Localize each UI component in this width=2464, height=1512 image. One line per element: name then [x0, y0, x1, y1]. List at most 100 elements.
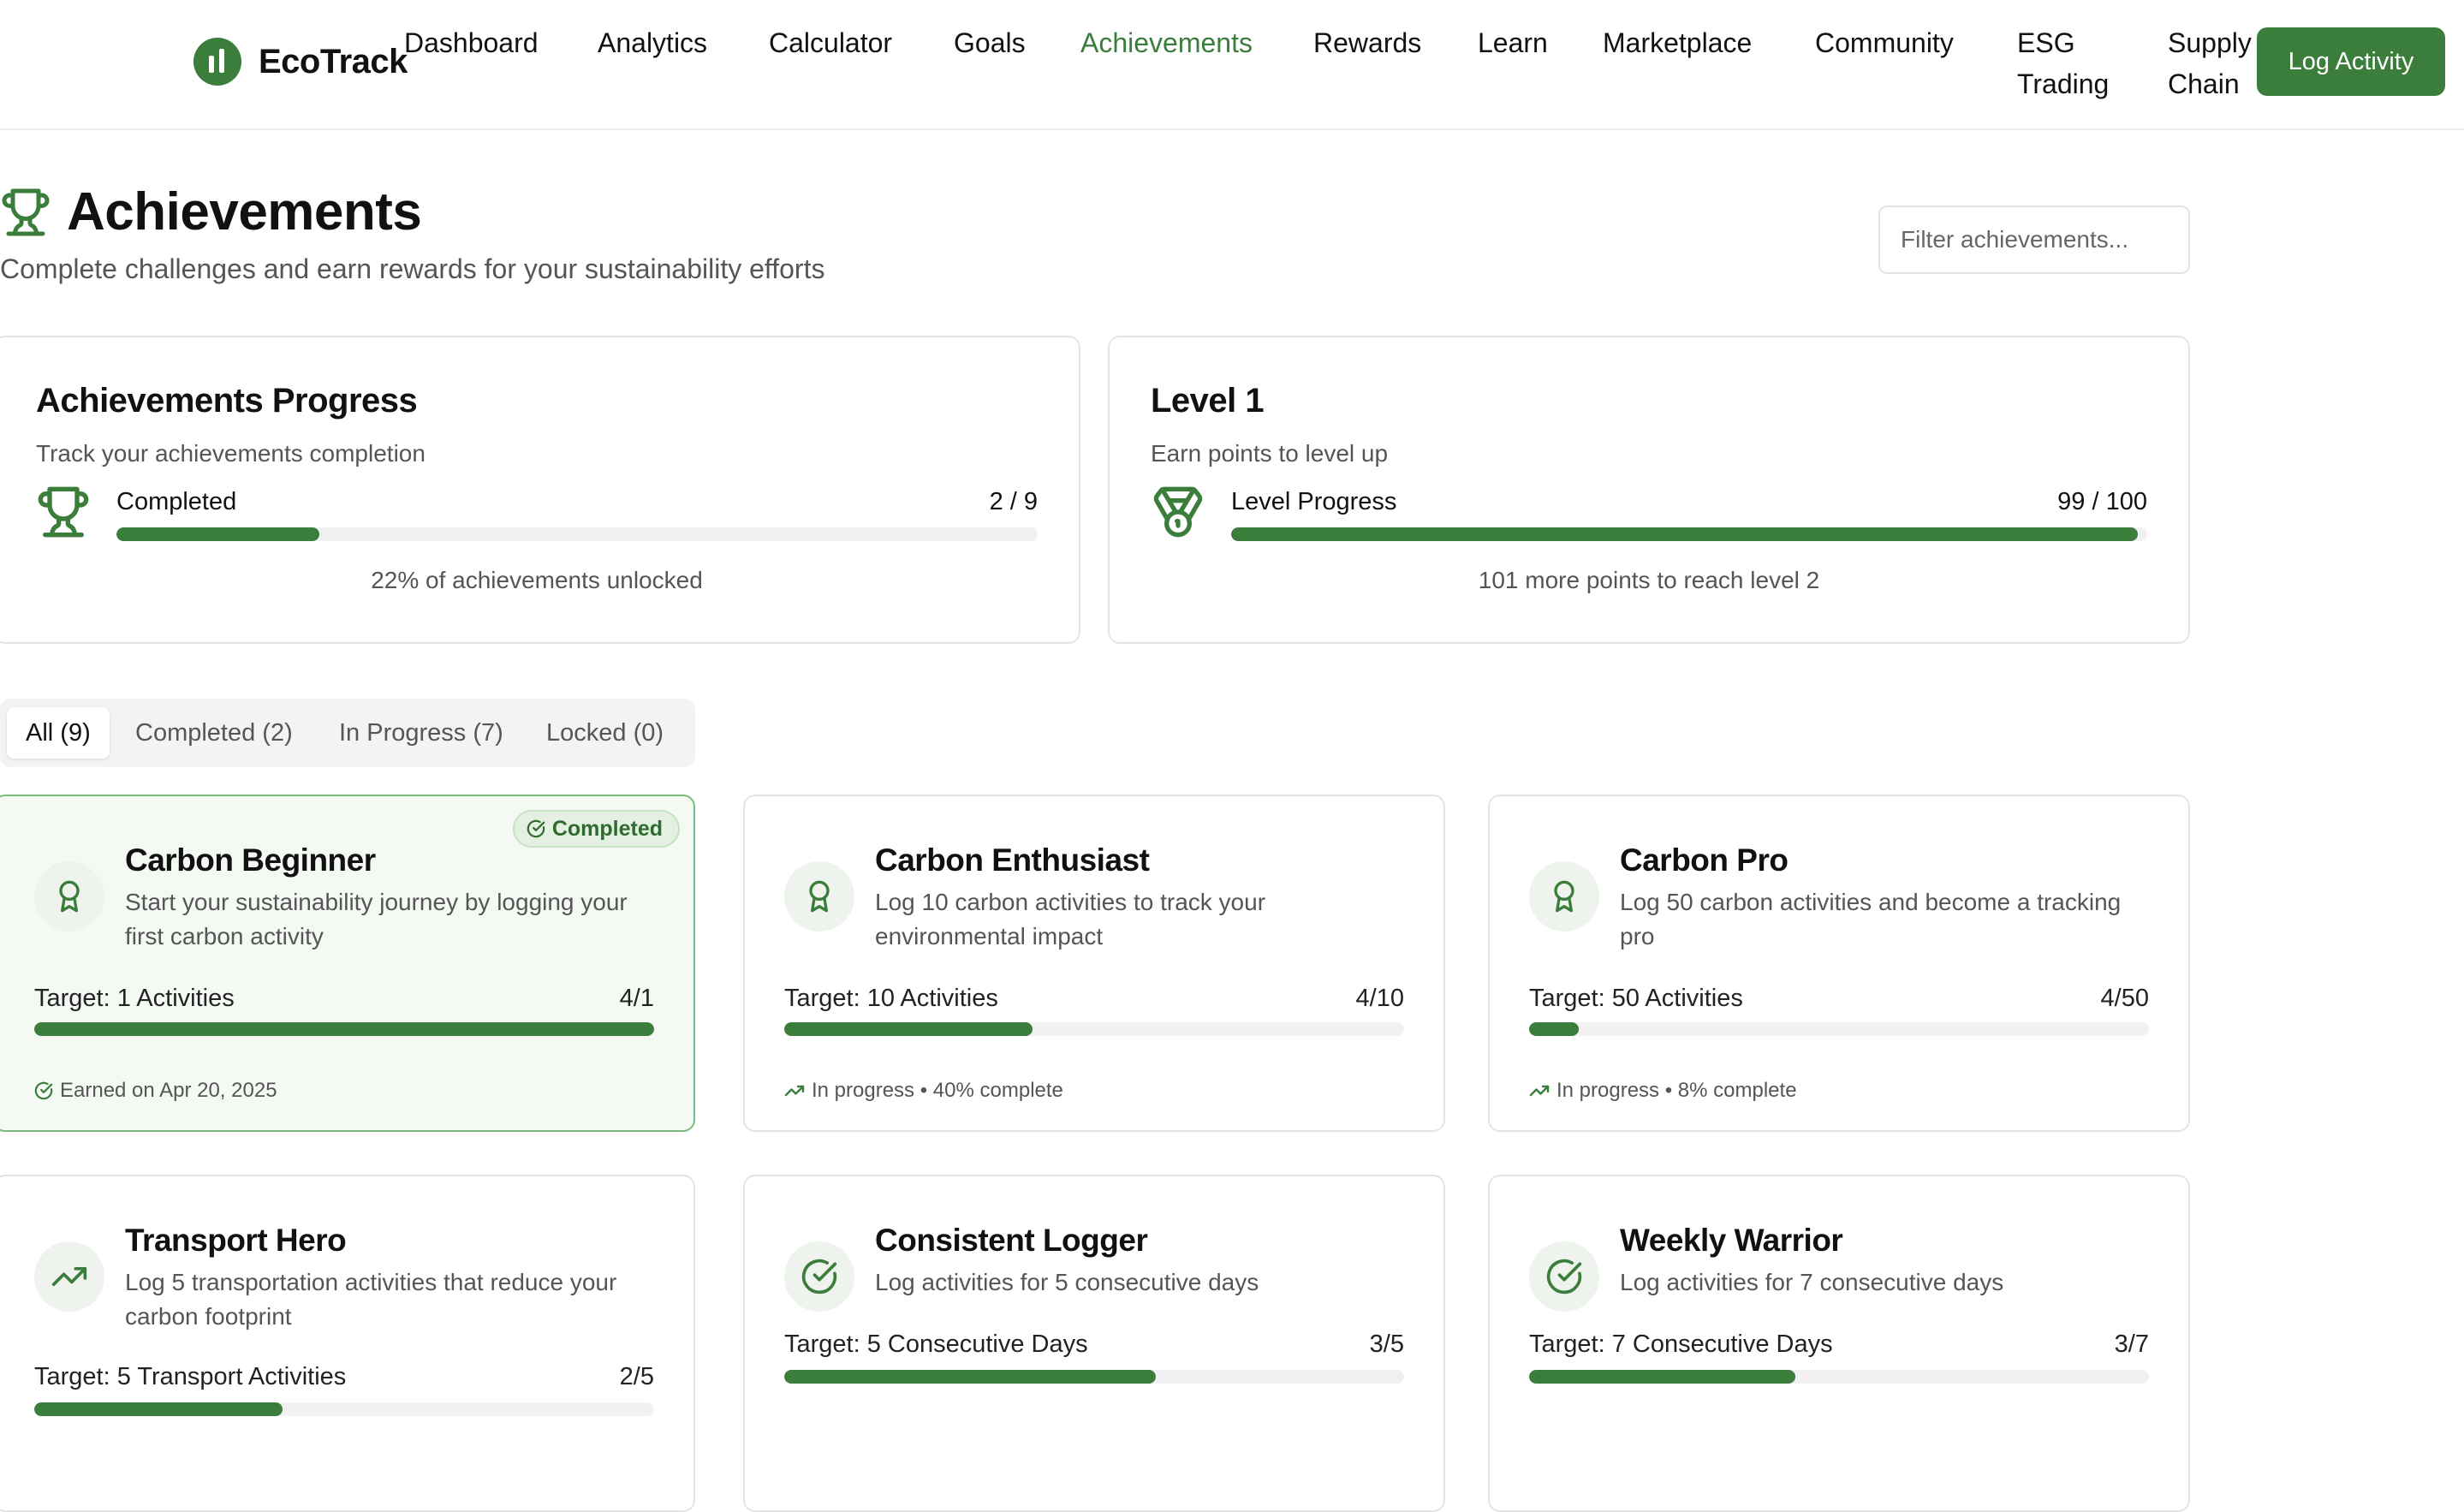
nav-community[interactable]: Community — [1815, 22, 1954, 63]
achievement-progress-bar — [34, 1402, 654, 1416]
achievement-progress-bar — [1529, 1022, 2149, 1036]
achievement-target: Target: 1 Activities — [34, 985, 235, 1012]
achievement-target: Target: 5 Consecutive Days — [784, 1330, 1088, 1358]
achievement-count: 4/10 — [1355, 985, 1404, 1012]
achievement-target: Target: 5 Transport Activities — [34, 1363, 347, 1390]
achievement-filter-tabs: All (9) Completed (2) In Progress (7) Lo… — [0, 699, 695, 767]
award-icon — [34, 861, 104, 932]
level-progress-bar — [1231, 527, 2147, 541]
level-progress-value: 99 / 100 — [2057, 488, 2147, 515]
progress-fill — [116, 527, 319, 541]
log-activity-button[interactable]: Log Activity — [2257, 27, 2445, 96]
achievement-description: Log activities for 5 consecutive days — [875, 1269, 1259, 1295]
tab-completed[interactable]: Completed (2) — [116, 707, 312, 759]
achievement-card-consistent-logger[interactable]: Consistent Logger Log activities for 5 c… — [743, 1175, 1445, 1512]
trending-up-icon — [1529, 1085, 1550, 1097]
brand-name: EcoTrack — [259, 42, 408, 80]
achievement-title: Consistent Logger — [875, 1223, 1148, 1258]
filter-achievements-input[interactable] — [1878, 205, 2190, 274]
achievement-progress-fill — [34, 1402, 283, 1416]
tab-locked[interactable]: Locked (0) — [527, 707, 682, 759]
achievement-progress-fill — [34, 1022, 654, 1036]
nav-marketplace[interactable]: Marketplace — [1603, 22, 1752, 63]
page-title: Achievements — [67, 182, 422, 241]
achievement-count: 2/5 — [619, 1363, 654, 1390]
achievement-card-transport-hero[interactable]: Transport Hero Log 5 transportation acti… — [0, 1175, 695, 1512]
medal-icon — [1153, 486, 1203, 538]
achievement-card-carbon-enthusiast[interactable]: Carbon Enthusiast Log 10 carbon activiti… — [743, 795, 1445, 1132]
nav-supply-chain[interactable]: Supply Chain — [2168, 22, 2262, 104]
achievement-title: Carbon Pro — [1620, 842, 1788, 878]
achievement-target: Target: 50 Activities — [1529, 985, 1743, 1012]
progress-label: Completed — [116, 488, 237, 515]
nav-esg-trading[interactable]: ESG Trading — [2017, 22, 2120, 104]
check-circle-icon — [784, 1241, 854, 1312]
nav-learn[interactable]: Learn — [1478, 22, 1548, 63]
top-navigation-bar: EcoTrack Dashboard Analytics Calculator … — [0, 0, 2464, 130]
trending-up-icon — [34, 1241, 104, 1312]
level-progress-fill — [1231, 527, 2139, 541]
nav-calculator[interactable]: Calculator — [769, 22, 892, 63]
nav-rewards[interactable]: Rewards — [1313, 22, 1421, 63]
achievement-card-carbon-pro[interactable]: Carbon Pro Log 50 carbon activities and … — [1488, 795, 2190, 1132]
achievement-progress-fill — [1529, 1370, 1796, 1384]
level-note: 101 more points to reach level 2 — [1478, 567, 1820, 593]
check-circle-icon — [527, 819, 545, 838]
achievement-count: 3/5 — [1369, 1330, 1404, 1358]
trophy-icon — [38, 486, 89, 538]
level-card: Level 1 Earn points to level up Level Pr… — [1108, 336, 2190, 644]
nav-goals[interactable]: Goals — [954, 22, 1026, 63]
card-description: Track your achievements completion — [36, 440, 426, 467]
achievement-count: 4/1 — [619, 985, 654, 1012]
achievement-title: Carbon Beginner — [125, 842, 376, 878]
card-title: Level 1 — [1151, 382, 1265, 420]
card-description: Earn points to level up — [1151, 440, 1389, 467]
trophy-icon — [2, 188, 50, 235]
achievement-status: In progress • 8% complete — [1529, 1079, 1797, 1103]
progress-value: 2 / 9 — [989, 488, 1038, 515]
trending-up-icon — [784, 1085, 805, 1097]
completed-badge: Completed — [512, 810, 680, 848]
nav-dashboard[interactable]: Dashboard — [404, 22, 539, 63]
achievement-status-text: In progress • 40% complete — [812, 1079, 1063, 1102]
achievement-description: Log activities for 7 consecutive days — [1620, 1269, 2004, 1295]
achievement-progress-bar — [34, 1022, 654, 1036]
achievement-description: Log 10 carbon activities to track your e… — [875, 889, 1266, 949]
achievements-progress-card: Achievements Progress Track your achieve… — [0, 336, 1080, 644]
nav-analytics[interactable]: Analytics — [598, 22, 707, 63]
nav-achievements[interactable]: Achievements — [1080, 22, 1253, 63]
achievement-card-carbon-beginner[interactable]: Completed Carbon Beginner Start your sus… — [0, 795, 695, 1132]
achievement-status-text: Earned on Apr 20, 2025 — [60, 1079, 277, 1102]
achievements-progress-bar — [116, 527, 1038, 541]
check-circle-icon — [1529, 1241, 1599, 1312]
achievement-title: Transport Hero — [125, 1223, 347, 1258]
achievement-count: 4/50 — [2100, 985, 2149, 1012]
tab-all[interactable]: All (9) — [7, 707, 110, 759]
achievement-progress-fill — [784, 1022, 1033, 1036]
achievement-description: Log 50 carbon activities and become a tr… — [1620, 889, 2122, 949]
badge-label: Completed — [551, 816, 663, 841]
achievement-status: Earned on Apr 20, 2025 — [34, 1079, 277, 1103]
achievement-card-weekly-warrior[interactable]: Weekly Warrior Log activities for 7 cons… — [1488, 1175, 2190, 1512]
card-title: Achievements Progress — [36, 382, 418, 420]
achievement-description: Log 5 transportation activities that red… — [125, 1269, 617, 1330]
achievement-progress-bar — [784, 1022, 1404, 1036]
achievement-title: Weekly Warrior — [1620, 1223, 1843, 1258]
achievement-status-text: In progress • 8% complete — [1556, 1079, 1797, 1102]
achievement-target: Target: 7 Consecutive Days — [1529, 1330, 1833, 1358]
achievement-title: Carbon Enthusiast — [875, 842, 1150, 878]
achievement-progress-bar — [1529, 1370, 2149, 1384]
achievement-count: 3/7 — [2114, 1330, 2149, 1358]
achievement-progress-bar — [784, 1370, 1404, 1384]
check-circle-icon — [34, 1081, 53, 1100]
logo-icon — [193, 38, 241, 86]
tab-in-progress[interactable]: In Progress (7) — [320, 707, 522, 759]
achievement-progress-fill — [784, 1370, 1157, 1384]
award-icon — [784, 861, 854, 932]
page-subtitle: Complete challenges and earn rewards for… — [0, 253, 825, 284]
brand[interactable]: EcoTrack — [193, 38, 408, 86]
achievement-target: Target: 10 Activities — [784, 985, 998, 1012]
progress-note: 22% of achievements unlocked — [371, 567, 703, 593]
page-heading: Achievements — [0, 182, 422, 242]
award-icon — [1529, 861, 1599, 932]
